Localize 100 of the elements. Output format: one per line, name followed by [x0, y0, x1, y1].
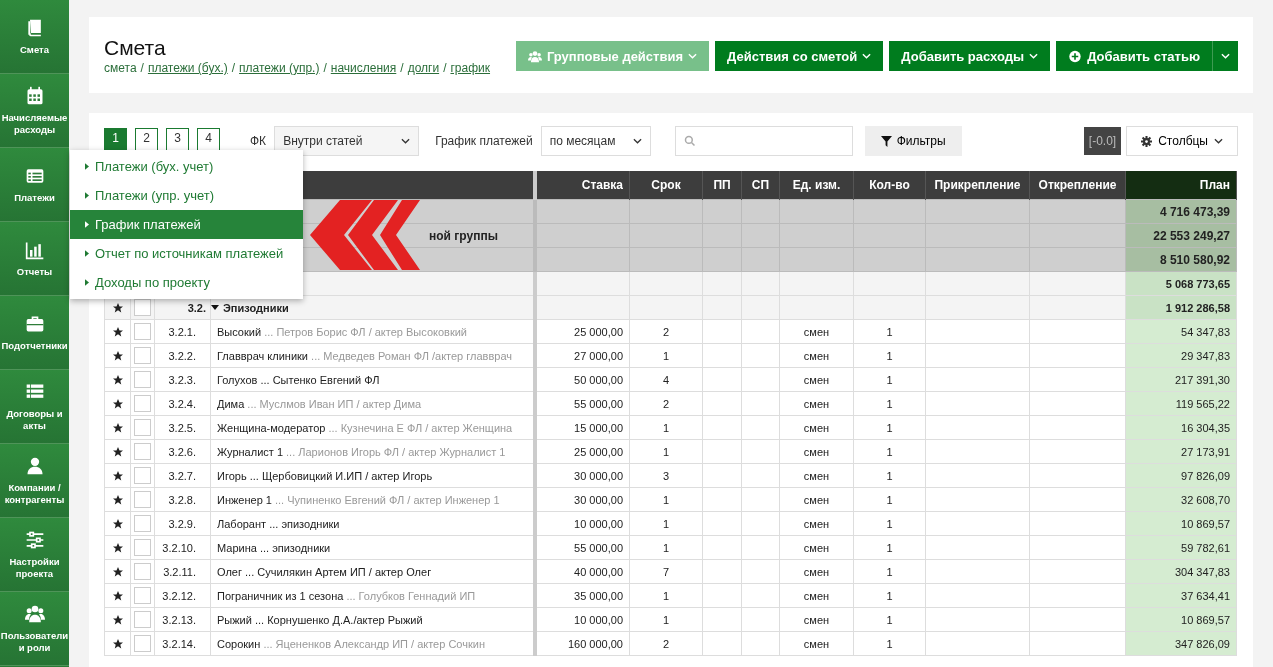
table-cell: смен	[779, 511, 854, 536]
star-icon[interactable]	[111, 469, 124, 482]
table-cell: Олег ... Сучилякин Артем ИП / актер Олег	[217, 565, 432, 578]
column-header: Срок	[629, 171, 703, 200]
table-cell: 22 553 249,27	[1125, 223, 1237, 248]
star-icon[interactable]	[111, 637, 124, 650]
table-cell: 119 565,22	[1125, 391, 1237, 416]
checkbox[interactable]	[134, 419, 151, 436]
breadcrumb-separator: /	[400, 61, 404, 75]
checkbox[interactable]	[134, 467, 151, 484]
checkbox[interactable]	[134, 299, 151, 316]
checkbox[interactable]	[134, 611, 151, 628]
table-cell: 35 000,00	[534, 583, 630, 608]
star-icon[interactable]	[111, 349, 124, 362]
checkbox[interactable]	[134, 539, 151, 556]
table-cell: 347 826,09	[1125, 631, 1237, 656]
table-cell: 25 000,00	[534, 439, 630, 464]
star-icon[interactable]	[111, 589, 124, 602]
star-icon[interactable]	[111, 373, 124, 386]
menu-item[interactable]: Платежи (упр. учет)	[70, 181, 303, 210]
schedule-select[interactable]: по месяцам	[540, 126, 651, 156]
columns-button[interactable]: Столбцы	[1126, 126, 1238, 156]
table-cell: Сорокин ... Яцененков Александр ИП / актер Сочкин	[217, 637, 485, 650]
sidebar-item[interactable]: Начисляемые расходы	[0, 74, 69, 148]
breadcrumb-link[interactable]: платежи (бух.)	[147, 61, 228, 75]
table-cell: 54 347,83	[1125, 319, 1237, 344]
filter-icon	[880, 135, 892, 147]
search-field[interactable]	[674, 126, 853, 156]
table-cell: смен	[779, 463, 854, 488]
table-cell: смен	[779, 439, 854, 464]
sidebar-item[interactable]: Платежи	[0, 148, 69, 222]
table-cell: смен	[779, 535, 854, 560]
dropdown-button[interactable]: Действия со сметой	[715, 41, 884, 71]
star-icon[interactable]	[111, 301, 124, 314]
sidebar-item[interactable]: Пользователи и роли	[0, 592, 69, 666]
checkbox[interactable]	[134, 587, 151, 604]
fk-select[interactable]: Внутри статей	[274, 126, 420, 156]
star-icon[interactable]	[111, 541, 124, 554]
star-icon[interactable]	[111, 325, 124, 338]
star-icon[interactable]	[111, 445, 124, 458]
star-icon[interactable]	[111, 397, 124, 410]
dropdown-button[interactable]: Добавить расходы	[889, 41, 1051, 71]
sidebar-item[interactable]: Договоры и акты	[0, 370, 69, 444]
table-cell: Главврач клиники ... Медведев Роман ФЛ /актер главврач	[217, 349, 512, 362]
table-cell: 50 000,00	[534, 367, 630, 392]
table-cell: смен	[779, 367, 854, 392]
dropdown-button[interactable]	[1212, 41, 1238, 71]
caret-icon	[1221, 53, 1230, 59]
table-cell: 10 869,57	[1125, 607, 1237, 632]
table-cell: 1	[853, 391, 926, 416]
filters-button[interactable]: Фильтры	[864, 126, 962, 156]
row-number: 3.2.8.	[154, 487, 211, 512]
checkbox[interactable]	[134, 371, 151, 388]
value-badge: [-0.0]	[1083, 127, 1122, 155]
table-cell: 8 510 580,92	[1125, 247, 1237, 272]
breadcrumb-separator: /	[231, 61, 236, 75]
star-icon[interactable]	[111, 517, 124, 530]
table-cell: 217 391,30	[1125, 367, 1237, 392]
row-number: 3.2.7.	[154, 463, 211, 488]
checkbox[interactable]	[134, 443, 151, 460]
table-cell: 55 000,00	[534, 391, 630, 416]
table-cell: 1	[853, 583, 926, 608]
breadcrumb-link[interactable]: долги	[407, 61, 440, 75]
sidebar-item[interactable]: Подотчетники	[0, 296, 69, 370]
star-icon[interactable]	[111, 565, 124, 578]
table-cell: 1	[853, 487, 926, 512]
menu-item[interactable]: Доходы по проекту	[70, 268, 303, 297]
row-number: 3.2.9.	[154, 511, 211, 536]
table-cell: 1 912 286,58	[1125, 295, 1237, 320]
menu-item[interactable]: График платежей	[70, 210, 303, 239]
column-header: Открепление	[1029, 171, 1126, 200]
breadcrumb-link[interactable]: график	[450, 61, 491, 75]
star-icon[interactable]	[111, 493, 124, 506]
sidebar-item[interactable]: Компании / контрагенты	[0, 444, 69, 518]
sidebar-item[interactable]: Отчеты	[0, 222, 69, 296]
star-icon[interactable]	[111, 613, 124, 626]
checkbox[interactable]	[134, 635, 151, 652]
caret-icon[interactable]	[211, 305, 219, 310]
sidebar-item[interactable]: Смета	[0, 0, 69, 74]
table-cell: 30 000,00	[534, 463, 630, 488]
star-icon[interactable]	[111, 421, 124, 434]
checkbox[interactable]	[134, 347, 151, 364]
table-cell: 4	[629, 367, 703, 392]
checkbox[interactable]	[134, 563, 151, 580]
checkbox[interactable]	[134, 491, 151, 508]
caret-icon	[688, 53, 698, 59]
breadcrumb-link[interactable]: начисления	[330, 61, 397, 75]
row-number: 3.2.6.	[154, 439, 211, 464]
add-button[interactable]: Добавить статью	[1056, 41, 1212, 71]
checkbox[interactable]	[134, 323, 151, 340]
table-cell: 1	[629, 535, 703, 560]
table-cell: 40 000,00	[534, 559, 630, 584]
checkbox[interactable]	[134, 515, 151, 532]
table-cell: 25 000,00	[534, 319, 630, 344]
sidebar-item[interactable]: Настройки проекта	[0, 518, 69, 592]
row-number: 3.2.4.	[154, 391, 211, 416]
breadcrumb-link[interactable]: платежи (упр.)	[239, 61, 320, 75]
table-cell: 1	[853, 511, 926, 536]
row-number: 3.2.5.	[154, 415, 211, 440]
checkbox[interactable]	[134, 395, 151, 412]
